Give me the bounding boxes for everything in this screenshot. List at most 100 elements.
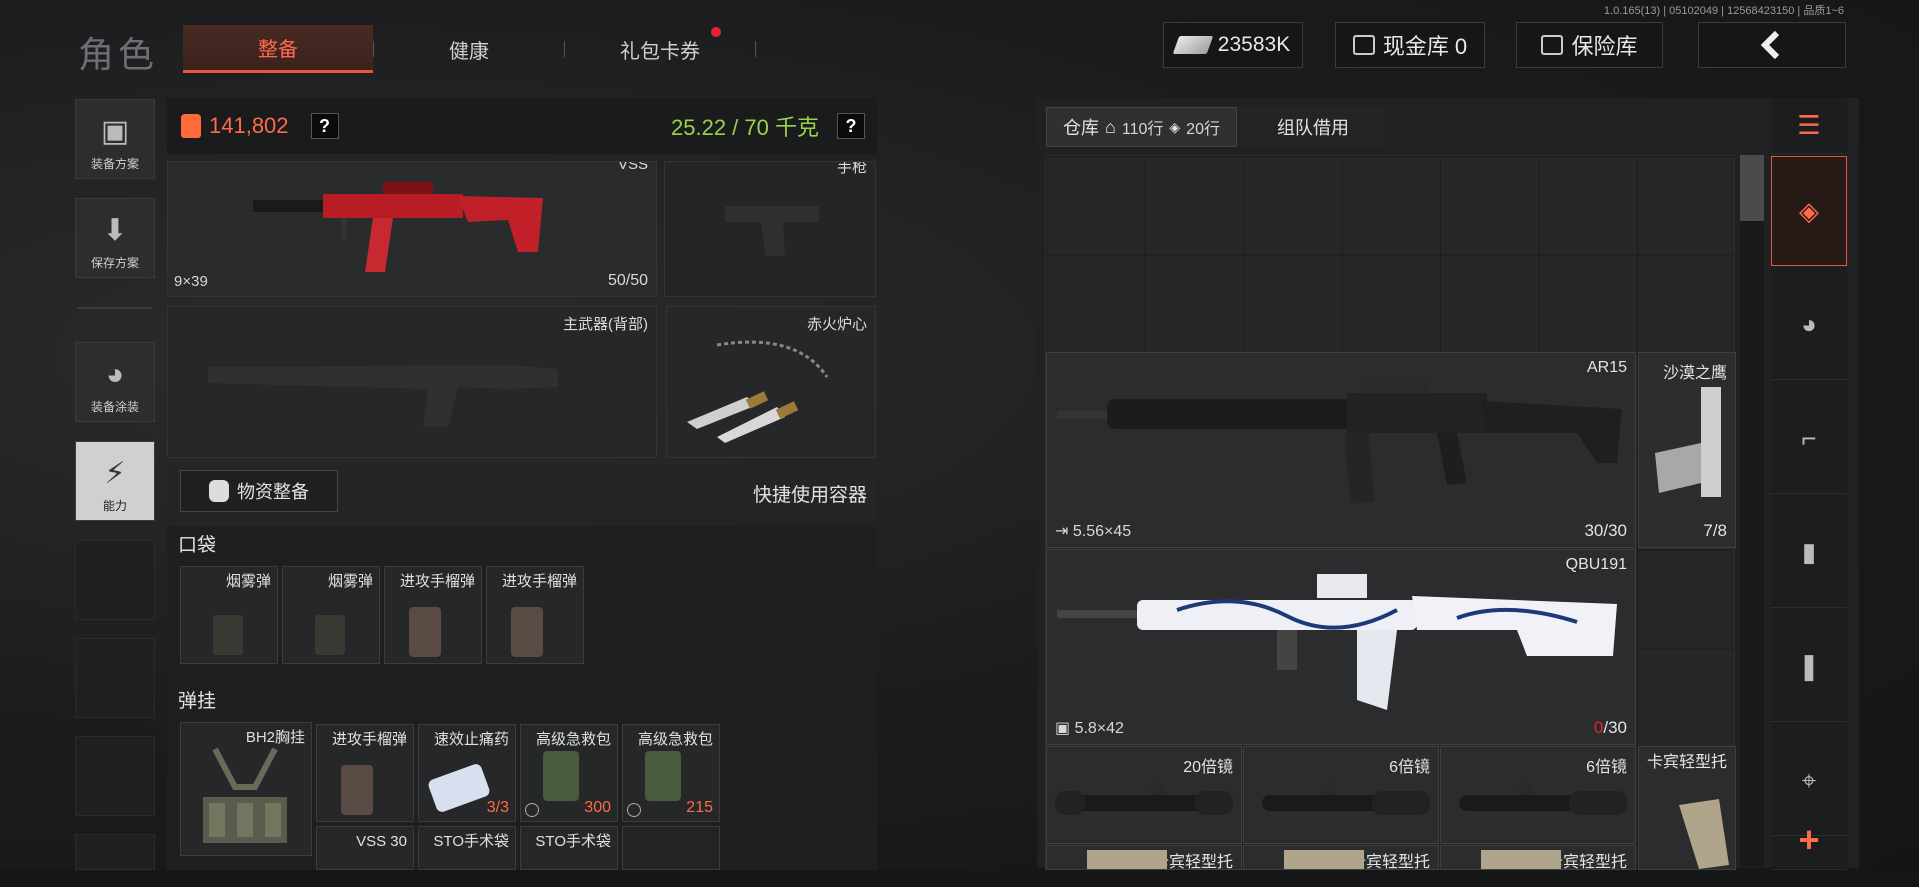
filter-magazine-button[interactable]: ▮ (1771, 498, 1847, 608)
item-count: 300 (584, 799, 611, 816)
supply-icon (209, 480, 229, 502)
filter-ammo-button[interactable]: ❚ (1771, 612, 1847, 722)
item-name: VSS 30 (356, 833, 407, 850)
tab-health[interactable]: 健康 (374, 25, 564, 73)
bottom-strip (0, 870, 1919, 887)
warehouse-scrollbar[interactable] (1740, 155, 1764, 867)
pocket-slot[interactable]: 进攻手榴弹 (384, 566, 482, 664)
warehouse-item-carbine-stock[interactable]: 卡宾轻型托 (1440, 845, 1636, 870)
durability-icon (627, 803, 641, 817)
melee-slot[interactable]: 赤火炉心 (666, 306, 876, 458)
tab-loadout[interactable]: 整备 (183, 25, 373, 73)
sidebar-paint[interactable]: ◕ 装备涂装 (75, 342, 155, 422)
stock-icon (1481, 850, 1561, 869)
filter-rifle-button[interactable]: ⌐ (1771, 384, 1847, 494)
vss-rifle-icon (253, 182, 543, 272)
grenade-icon (409, 607, 441, 657)
item-name: 进攻手榴弹 (331, 731, 407, 748)
pistol-silhouette-icon (725, 206, 819, 256)
weapon-ammo: 50/50 (607, 272, 648, 289)
sidebar-label: 保存方案 (90, 256, 139, 270)
back-button[interactable] (1698, 22, 1846, 68)
rifle-icon: ⌐ (1801, 423, 1817, 453)
quick-use-container[interactable]: 快捷使用容器 (753, 480, 867, 507)
warehouse-item-qbu191[interactable]: QBU191 ▣ 5.8×42 0/30 (1046, 549, 1636, 745)
stock-icon (1087, 850, 1167, 869)
rig-slot[interactable]: 速效止痛药 3/3 (418, 724, 516, 822)
pistol-slot[interactable]: 手枪 (664, 161, 876, 297)
weight-help-button[interactable]: ? (837, 113, 865, 139)
all-items-icon: ◈ (1799, 195, 1819, 226)
sidebar-empty-slot (75, 834, 155, 870)
tab-divider (755, 41, 756, 57)
grenade-icon (511, 607, 543, 657)
item-ammo: 0/30 (1593, 718, 1627, 737)
pocket-slot[interactable]: 进攻手榴弹 (486, 566, 584, 664)
warehouse-item-desert-eagle[interactable]: 沙漠之鹰 7/8 (1638, 352, 1736, 548)
pocket-slot[interactable]: 烟雾弹 (282, 566, 380, 664)
rig-slot[interactable]: 高级急救包 300 (520, 724, 618, 822)
scope-icon (1055, 783, 1233, 815)
warehouse-item-scope-6x[interactable]: 6倍镜 (1440, 746, 1636, 844)
filter-sort-button[interactable]: ☰ (1771, 98, 1847, 154)
rifle-silhouette-icon (208, 365, 558, 427)
tab-gift-coupons[interactable]: 礼包卡券 (565, 25, 755, 73)
sidebar-loadout-plan[interactable]: ▣ 装备方案 (75, 99, 155, 179)
pocket-slot[interactable]: 烟雾弹 (180, 566, 278, 664)
scope-icon (1459, 783, 1627, 815)
rig-slot[interactable]: 高级急救包 215 (622, 724, 720, 822)
scope-icon: ⌖ (1801, 764, 1817, 795)
item-name: 6倍镜 (1586, 759, 1627, 776)
rig-empty-slot[interactable] (622, 826, 720, 870)
pocket-title: 口袋 (178, 535, 217, 556)
item-name: 烟雾弹 (327, 573, 373, 590)
item-caliber: ⇥ 5.56×45 (1055, 523, 1132, 540)
stock-icon (1284, 850, 1364, 869)
item-name: STO手术袋 (535, 833, 611, 850)
warehouse-item-scope-20x[interactable]: 20倍镜 (1046, 746, 1242, 844)
item-name: 速效止痛药 (433, 731, 509, 748)
medkit-icon (543, 751, 579, 801)
warehouse-item-carbine-stock[interactable]: 卡宾轻型托 (1638, 746, 1736, 870)
value-help-button[interactable]: ? (310, 113, 339, 139)
sidebar-save-plan[interactable]: ⬇ 保存方案 (75, 198, 155, 278)
tab-team-borrow[interactable]: 组队借用 (1236, 107, 1385, 147)
ammo-icon: ❚ (1798, 651, 1820, 681)
home-icon: ⌂ (1105, 116, 1116, 137)
filter-all-button[interactable]: ◈ (1771, 156, 1847, 266)
rig-slot[interactable]: VSS 30 (316, 826, 414, 870)
rig-slot[interactable]: STO手术袋 (520, 826, 618, 870)
main-weapon-slot[interactable]: VSS 9×39 50/50 (167, 161, 657, 297)
version-text: 1.0.165(13) | 05102049 | 12568423150 | 品… (1603, 5, 1844, 17)
scrollbar-thumb[interactable] (1740, 155, 1764, 221)
cash-vault-button[interactable]: 现金库 0 (1335, 22, 1485, 68)
item-name: 进攻手榴弹 (501, 573, 577, 590)
warehouse-item-ar15[interactable]: AR15 ⇥ 5.56×45 30/30 (1046, 352, 1636, 548)
item-count: 215 (686, 799, 713, 816)
warehouse-rows: 110行 (1121, 121, 1164, 138)
vest-icon: ▣ (100, 115, 130, 148)
weapon-name: VSS (617, 161, 648, 173)
rig-title: 弹挂 (178, 691, 217, 712)
supply-button[interactable]: 物资整备 (180, 470, 338, 512)
item-ammo: 30/30 (1584, 521, 1627, 540)
stats-bar: 141,802 ? 25.22 / 70 千克 ? (167, 98, 877, 154)
rig-slot[interactable]: STO手术袋 (418, 826, 516, 870)
grenade-icon (341, 765, 373, 815)
add-filter-button[interactable]: + (1771, 810, 1847, 870)
item-name: 沙漠之鹰 (1662, 365, 1727, 382)
item-caliber: ▣ 5.8×42 (1055, 720, 1124, 737)
weapon-caliber: 9×39 (174, 273, 208, 290)
sidebar-ability[interactable]: ⚡ 能力 (75, 441, 155, 521)
warehouse-item-carbine-stock[interactable]: 卡宾轻型托 (1046, 845, 1242, 870)
filter-helmet-button[interactable]: ◕ (1771, 270, 1847, 380)
safe-button[interactable]: 保险库 (1516, 22, 1663, 68)
rig-slot[interactable]: 进攻手榴弹 (316, 724, 414, 822)
warehouse-item-scope-6x[interactable]: 6倍镜 (1243, 746, 1439, 844)
melee-label: 赤火炉心 (806, 316, 867, 333)
warehouse-item-carbine-stock[interactable]: 卡宾轻型托 (1243, 845, 1439, 870)
tab-warehouse[interactable]: 仓库 ⌂ 110行 ◈ 20行 (1046, 107, 1237, 147)
rig-equipment-slot[interactable]: BH2胸挂 (180, 722, 312, 856)
back-weapon-slot[interactable]: 主武器(背部) (167, 306, 657, 458)
page-title: 角色 (78, 34, 159, 75)
